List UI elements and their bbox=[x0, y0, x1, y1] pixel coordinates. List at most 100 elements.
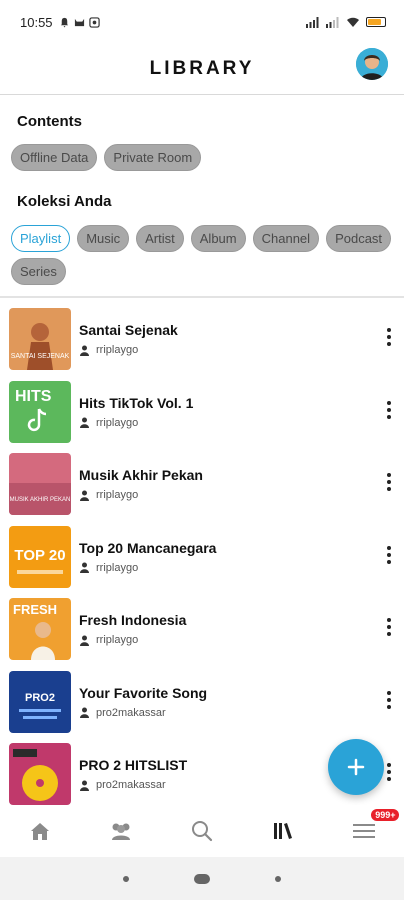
app-header: LIBRARY bbox=[0, 44, 404, 94]
playlist-owner: rriplaygo bbox=[79, 634, 138, 646]
library-icon bbox=[273, 823, 292, 839]
more-options-icon[interactable] bbox=[386, 327, 392, 347]
chip-podcast[interactable]: Podcast bbox=[326, 225, 392, 252]
nav-menu[interactable]: 999+ bbox=[323, 805, 404, 857]
playlist-title: Top 20 Mancanegara bbox=[79, 539, 217, 556]
koleksi-title: Koleksi Anda bbox=[17, 193, 112, 210]
system-navigation-bar bbox=[0, 857, 404, 900]
wifi-icon bbox=[347, 17, 359, 27]
owner-name: rriplaygo bbox=[96, 634, 139, 646]
avatar[interactable] bbox=[356, 48, 388, 80]
person-icon bbox=[80, 490, 89, 501]
chip-music[interactable]: Music bbox=[77, 225, 130, 252]
notification-badge: 999+ bbox=[371, 809, 400, 821]
playlist-owner: rriplaygo bbox=[79, 344, 138, 356]
owner-name: pro2makassar bbox=[96, 779, 166, 791]
list-item[interactable]: MUSIK AKHIR PEKAN Musik Akhir Pekan rrip… bbox=[0, 449, 404, 522]
cover-text: HITS bbox=[15, 388, 52, 405]
cover-text: MUSIK AKHIR PEKAN bbox=[10, 497, 71, 503]
chip-private-room[interactable]: Private Room bbox=[104, 144, 202, 171]
chip-series[interactable]: Series bbox=[11, 258, 66, 285]
playlist-owner: pro2makassar bbox=[79, 779, 166, 791]
battery-icon bbox=[366, 17, 386, 27]
community-icon bbox=[112, 823, 131, 840]
plus-icon bbox=[347, 758, 365, 776]
playlist-cover: SANTAI SEJENAK bbox=[9, 308, 71, 370]
playlist-cover: HITS bbox=[9, 380, 71, 443]
owner-name: rriplaygo bbox=[96, 561, 139, 574]
chip-playlist[interactable]: Playlist bbox=[11, 225, 71, 252]
chip-offline-data[interactable]: Offline Data bbox=[11, 144, 98, 171]
signal-icon bbox=[306, 16, 319, 28]
chip-artist[interactable]: Artist bbox=[136, 225, 184, 252]
playlist-title: Santai Sejenak bbox=[79, 322, 178, 338]
playlist-cover: TOP 20 bbox=[9, 525, 71, 588]
back-button[interactable] bbox=[275, 875, 282, 882]
playlist-owner: rriplaygo bbox=[79, 489, 138, 501]
status-bar: 10:55 bbox=[0, 0, 404, 44]
nav-library[interactable] bbox=[242, 805, 323, 857]
notification-bell-icon bbox=[60, 17, 68, 28]
playlist-title: Musik Akhir Pekan bbox=[79, 467, 203, 483]
more-options-icon[interactable] bbox=[386, 545, 392, 565]
list-divider bbox=[0, 296, 404, 298]
playlist-title: Your Favorite Song bbox=[79, 684, 208, 701]
contents-chips: Offline Data Private Room bbox=[11, 144, 401, 171]
user-avatar-icon bbox=[356, 48, 388, 80]
playlist-title: Hits TikTok Vol. 1 bbox=[79, 394, 194, 411]
nav-community[interactable] bbox=[81, 805, 162, 857]
person-icon bbox=[80, 345, 89, 356]
playlist-cover: PRO2 bbox=[9, 670, 71, 733]
page-title: LIBRARY bbox=[149, 58, 255, 79]
chip-channel[interactable]: Channel bbox=[252, 225, 320, 252]
recent-apps-button[interactable] bbox=[122, 875, 129, 882]
bottom-navigation: 999+ bbox=[0, 805, 404, 857]
person-icon bbox=[80, 635, 89, 646]
cover-text: PRO2 bbox=[25, 692, 55, 704]
list-item[interactable]: FRESH Fresh Indonesia rriplaygo bbox=[0, 594, 404, 667]
owner-name: rriplaygo bbox=[96, 344, 139, 356]
person-icon bbox=[80, 780, 89, 791]
person-icon bbox=[80, 707, 89, 718]
menu-icon bbox=[352, 824, 375, 838]
owner-name: rriplaygo bbox=[96, 416, 139, 429]
owner-name: pro2makassar bbox=[96, 706, 166, 719]
more-options-icon[interactable] bbox=[386, 400, 392, 420]
more-options-icon[interactable] bbox=[386, 472, 392, 492]
playlist-list: SANTAI SEJENAK Santai Sejenak rriplaygo … bbox=[0, 304, 404, 812]
header-divider bbox=[0, 94, 404, 95]
cover-text: SANTAI SEJENAK bbox=[11, 353, 70, 360]
list-item[interactable]: SANTAI SEJENAK Santai Sejenak rriplaygo bbox=[0, 304, 404, 377]
status-time: 10:55 bbox=[20, 14, 53, 30]
playlist-owner: pro2makassar bbox=[79, 707, 166, 719]
app-notification-icon bbox=[88, 16, 100, 28]
playlist-cover: MUSIK AKHIR PEKAN bbox=[9, 453, 71, 515]
more-options-icon[interactable] bbox=[386, 690, 392, 710]
more-options-icon[interactable] bbox=[386, 762, 392, 782]
list-item[interactable]: HITS Hits TikTok Vol. 1 rriplaygo bbox=[0, 377, 404, 450]
nav-home[interactable] bbox=[0, 805, 81, 857]
playlist-cover bbox=[9, 743, 71, 805]
signal-2-icon bbox=[326, 16, 339, 28]
nav-search[interactable] bbox=[162, 805, 243, 857]
cover-text: FRESH bbox=[13, 602, 57, 617]
list-item[interactable]: PRO2 Your Favorite Song pro2makassar bbox=[0, 667, 404, 740]
more-options-icon[interactable] bbox=[386, 617, 392, 637]
koleksi-chips: Playlist Music Artist Album Channel Podc… bbox=[11, 225, 401, 285]
list-item[interactable]: TOP 20 Top 20 Mancanegara rriplaygo bbox=[0, 522, 404, 595]
home-button[interactable] bbox=[193, 873, 210, 884]
search-icon bbox=[191, 821, 213, 842]
chip-album[interactable]: Album bbox=[190, 225, 246, 252]
playlist-owner: rriplaygo bbox=[79, 562, 138, 574]
contents-title: Contents bbox=[17, 113, 82, 130]
playlist-title: Fresh Indonesia bbox=[79, 612, 187, 628]
add-playlist-button[interactable] bbox=[328, 739, 384, 795]
playlist-cover: FRESH bbox=[9, 598, 71, 660]
playlist-owner: rriplaygo bbox=[79, 417, 138, 429]
home-icon bbox=[31, 823, 50, 840]
cover-text: TOP 20 bbox=[14, 547, 65, 564]
playlist-title: PRO 2 HITSLIST bbox=[79, 757, 188, 773]
person-icon bbox=[80, 417, 89, 428]
status-system-icons bbox=[306, 16, 386, 28]
owner-name: rriplaygo bbox=[96, 489, 139, 501]
